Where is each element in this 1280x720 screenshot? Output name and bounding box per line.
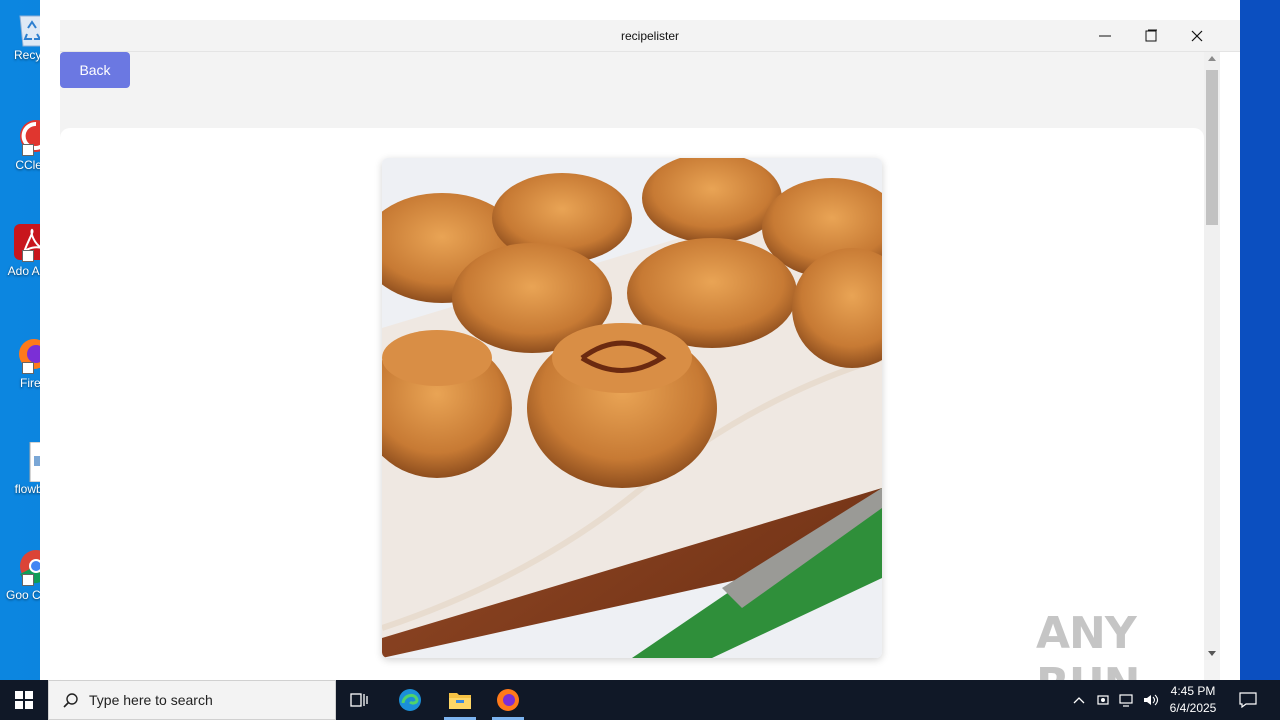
windows-logo-icon bbox=[15, 691, 33, 709]
show-hidden-icons-button[interactable] bbox=[1068, 680, 1090, 720]
food-photo bbox=[382, 158, 882, 658]
taskbar-file-explorer-button[interactable] bbox=[436, 680, 484, 720]
notification-icon bbox=[1239, 692, 1257, 708]
shortcut-arrow-icon bbox=[22, 574, 34, 586]
maximize-icon bbox=[1145, 29, 1157, 42]
title-bar[interactable]: recipelister bbox=[60, 20, 1240, 52]
taskbar-firefox-button[interactable] bbox=[484, 680, 532, 720]
tray-device-button[interactable] bbox=[1092, 680, 1114, 720]
recipe-card bbox=[60, 128, 1204, 680]
taskbar-edge-button[interactable] bbox=[386, 680, 434, 720]
vertical-scrollbar[interactable] bbox=[1204, 52, 1220, 660]
desktop-background-right bbox=[1240, 0, 1280, 680]
minimize-icon bbox=[1099, 35, 1111, 37]
back-button[interactable]: Back bbox=[60, 52, 130, 88]
notifications-button[interactable] bbox=[1232, 680, 1264, 720]
minimize-button[interactable] bbox=[1082, 20, 1128, 52]
network-icon bbox=[1119, 694, 1133, 707]
firefox-icon bbox=[497, 689, 519, 711]
close-icon bbox=[1191, 30, 1203, 42]
shortcut-arrow-icon bbox=[22, 144, 34, 156]
chevron-up-icon bbox=[1073, 697, 1085, 704]
tray-volume-button[interactable] bbox=[1140, 680, 1162, 720]
taskbar-search-box[interactable]: Type here to search bbox=[48, 680, 336, 720]
shortcut-arrow-icon bbox=[22, 250, 34, 262]
task-view-icon bbox=[350, 693, 368, 707]
window-title: recipelister bbox=[620, 29, 680, 43]
watermark-logo: ANY RUN bbox=[1036, 608, 1140, 710]
window-top-area bbox=[40, 0, 1240, 20]
shortcut-arrow-icon bbox=[22, 362, 34, 374]
clock-date: 6/4/2025 bbox=[1169, 701, 1217, 715]
app-content: Back bbox=[60, 52, 1220, 680]
scroll-thumb[interactable] bbox=[1206, 70, 1218, 225]
taskbar-clock[interactable]: 4:45 PM 6/4/2025 bbox=[1160, 683, 1226, 717]
search-icon bbox=[63, 693, 78, 708]
taskbar: Type here to search 4:45 PM 6/4/2025 bbox=[0, 680, 1280, 720]
clock-time: 4:45 PM bbox=[1170, 684, 1216, 698]
close-button[interactable] bbox=[1174, 20, 1220, 52]
app-window: recipelister Back bbox=[40, 0, 1240, 680]
start-button[interactable] bbox=[0, 680, 48, 720]
tray-network-button[interactable] bbox=[1116, 680, 1138, 720]
search-placeholder: Type here to search bbox=[89, 692, 213, 708]
device-icon bbox=[1097, 695, 1109, 705]
volume-icon bbox=[1144, 694, 1159, 706]
scroll-up-icon[interactable] bbox=[1208, 56, 1216, 61]
maximize-button[interactable] bbox=[1128, 20, 1174, 52]
edge-icon bbox=[399, 689, 421, 711]
task-view-button[interactable] bbox=[336, 680, 384, 720]
file-explorer-icon bbox=[449, 693, 471, 709]
recipe-image bbox=[382, 158, 882, 658]
